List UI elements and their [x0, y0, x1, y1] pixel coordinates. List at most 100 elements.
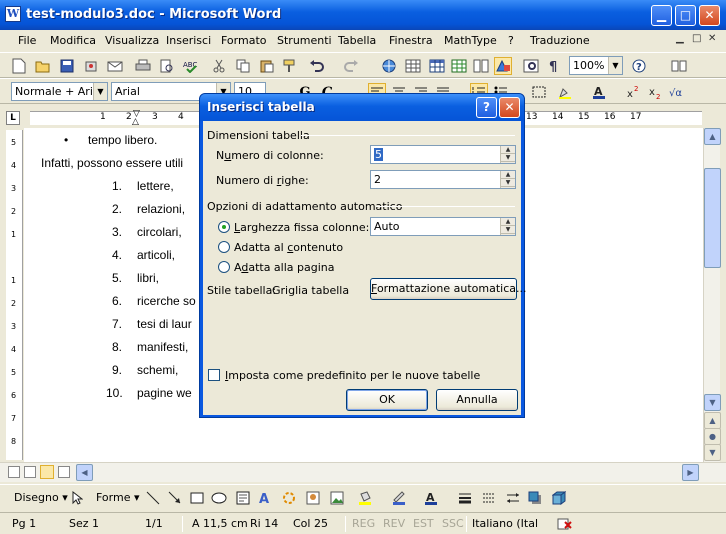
left-indent-icon[interactable]: △ — [132, 117, 139, 127]
columns-spin-buttons[interactable]: ▲ ▼ — [500, 146, 515, 163]
autofit-content-radio[interactable] — [218, 241, 230, 253]
borders-icon[interactable] — [530, 83, 548, 101]
arrow-style-icon[interactable] — [504, 489, 522, 507]
redo-icon[interactable] — [342, 57, 360, 75]
word-app-icon[interactable]: W — [5, 6, 21, 22]
status-language[interactable]: Italiano (Ital — [472, 517, 538, 530]
insert-table-icon[interactable] — [428, 57, 446, 75]
menu-modifica[interactable]: Modifica — [50, 34, 96, 47]
shadow-style-icon[interactable] — [526, 489, 544, 507]
normal-view-icon[interactable] — [8, 466, 20, 478]
line-color-icon[interactable] — [390, 489, 408, 507]
menu-mathtype[interactable]: MathType — [444, 34, 497, 47]
vertical-scrollbar[interactable]: ▲ ▼ ▲ ● ▼ — [703, 128, 721, 462]
tables-borders-icon[interactable] — [404, 57, 422, 75]
tab-stop-selector[interactable]: L — [6, 111, 20, 125]
format-painter-icon[interactable] — [280, 57, 298, 75]
zoom-dropdown-icon[interactable]: ▼ — [608, 57, 622, 74]
dialog-title-bar[interactable]: Inserisci tabella ? ✕ — [200, 94, 524, 121]
set-default-checkbox[interactable] — [208, 369, 220, 381]
draw-menu-button[interactable]: Disegno ▾ — [14, 491, 68, 504]
autoformat-button[interactable]: Formattazione automatica... — [370, 278, 526, 300]
highlight-icon[interactable] — [556, 83, 574, 101]
menu-help[interactable]: ? — [508, 34, 514, 47]
paste-icon[interactable] — [258, 57, 276, 75]
dialog-close-button[interactable]: ✕ — [499, 97, 520, 118]
close-button[interactable]: ✕ — [699, 5, 720, 26]
select-objects-icon[interactable] — [68, 489, 86, 507]
oval-icon[interactable] — [210, 489, 228, 507]
show-hide-icon[interactable]: ¶ — [546, 57, 564, 75]
status-est[interactable]: EST — [413, 517, 434, 530]
zoom-combo[interactable]: 100% ▼ — [569, 56, 623, 75]
previous-page-icon[interactable]: ▲ — [704, 412, 721, 429]
menu-visualizza[interactable]: Visualizza — [105, 34, 159, 47]
status-ssc[interactable]: SSC — [442, 517, 464, 530]
maximize-button[interactable]: □ — [675, 5, 696, 26]
browse-object-icon[interactable]: ● — [704, 428, 721, 445]
menu-strumenti[interactable]: Strumenti — [277, 34, 332, 47]
insert-picture-icon[interactable] — [328, 489, 346, 507]
outline-view-icon[interactable] — [58, 466, 70, 478]
doc-restore-button[interactable]: □ — [692, 33, 701, 44]
doc-minimize-button[interactable]: ▁ — [676, 33, 684, 44]
superscript-icon[interactable]: x2 — [624, 83, 642, 101]
ok-button[interactable]: OK — [346, 389, 428, 411]
doc-close-button[interactable]: ✕ — [708, 33, 716, 44]
insert-excel-icon[interactable] — [450, 57, 468, 75]
style-combo[interactable]: Normale + Arial, ▼ — [11, 82, 108, 101]
style-dropdown-icon[interactable]: ▼ — [93, 83, 107, 100]
clip-art-icon[interactable] — [304, 489, 322, 507]
spelling-icon[interactable]: ABC — [182, 57, 200, 75]
scroll-right-icon[interactable]: ▶ — [682, 464, 699, 481]
print-preview-icon[interactable] — [158, 57, 176, 75]
autoshapes-button[interactable]: Forme ▾ — [96, 491, 140, 504]
menu-inserisci[interactable]: Inserisci — [166, 34, 211, 47]
minimize-button[interactable]: ▁ — [651, 5, 672, 26]
status-reg[interactable]: REG — [352, 517, 375, 530]
fill-color-icon[interactable] — [356, 489, 374, 507]
wordart-icon[interactable]: A — [256, 489, 274, 507]
horizontal-scrollbar[interactable]: ◀ ▶ — [0, 462, 726, 482]
permission-icon[interactable] — [82, 57, 100, 75]
print-layout-icon[interactable] — [40, 465, 54, 479]
scroll-thumb[interactable] — [704, 168, 721, 268]
mathtype-icon[interactable]: √α — [668, 83, 686, 101]
next-page-icon[interactable]: ▼ — [704, 444, 721, 461]
text-box-icon[interactable] — [234, 489, 252, 507]
rows-spin-buttons[interactable]: ▲ ▼ — [500, 171, 515, 188]
columns-icon[interactable] — [472, 57, 490, 75]
subscript-icon[interactable]: x2 — [646, 83, 664, 101]
font-color-icon[interactable]: A — [590, 83, 608, 101]
arrow-icon[interactable] — [166, 489, 184, 507]
diagram-icon[interactable] — [280, 489, 298, 507]
cancel-button[interactable]: Annulla — [436, 389, 518, 411]
email-icon[interactable] — [106, 57, 124, 75]
dialog-help-button[interactable]: ? — [476, 97, 497, 118]
undo-icon[interactable] — [308, 57, 326, 75]
columns-spinner[interactable]: 5 ▲ ▼ — [370, 145, 516, 164]
fixed-width-spinner[interactable]: Auto ▲ ▼ — [370, 217, 516, 236]
document-map-icon[interactable] — [522, 57, 540, 75]
autofit-window-radio[interactable] — [218, 261, 230, 273]
3d-style-icon[interactable] — [550, 489, 568, 507]
line-style-icon[interactable] — [456, 489, 474, 507]
save-icon[interactable] — [58, 57, 76, 75]
help-icon[interactable]: ? — [630, 57, 648, 75]
font-color-draw-icon[interactable]: A — [422, 489, 440, 507]
menu-file[interactable]: File — [18, 34, 36, 47]
print-icon[interactable] — [134, 57, 152, 75]
copy-icon[interactable] — [234, 57, 252, 75]
fixed-width-spin-buttons[interactable]: ▲ ▼ — [500, 218, 515, 235]
scroll-down-icon[interactable]: ▼ — [704, 394, 721, 411]
open-folder-icon[interactable] — [34, 57, 52, 75]
drawing-icon[interactable] — [494, 57, 512, 75]
rows-spinner[interactable]: 2 ▲ ▼ — [370, 170, 516, 189]
line-icon[interactable] — [144, 489, 162, 507]
menu-tabella[interactable]: Tabella — [338, 34, 376, 47]
hyperlink-icon[interactable] — [380, 57, 398, 75]
menu-formato[interactable]: Formato — [221, 34, 267, 47]
vertical-ruler[interactable]: 5 4 3 2 1 1 2 3 4 5 6 7 8 — [6, 130, 23, 460]
read-mode-icon[interactable] — [670, 57, 688, 75]
spelling-status-icon[interactable] — [556, 515, 574, 533]
